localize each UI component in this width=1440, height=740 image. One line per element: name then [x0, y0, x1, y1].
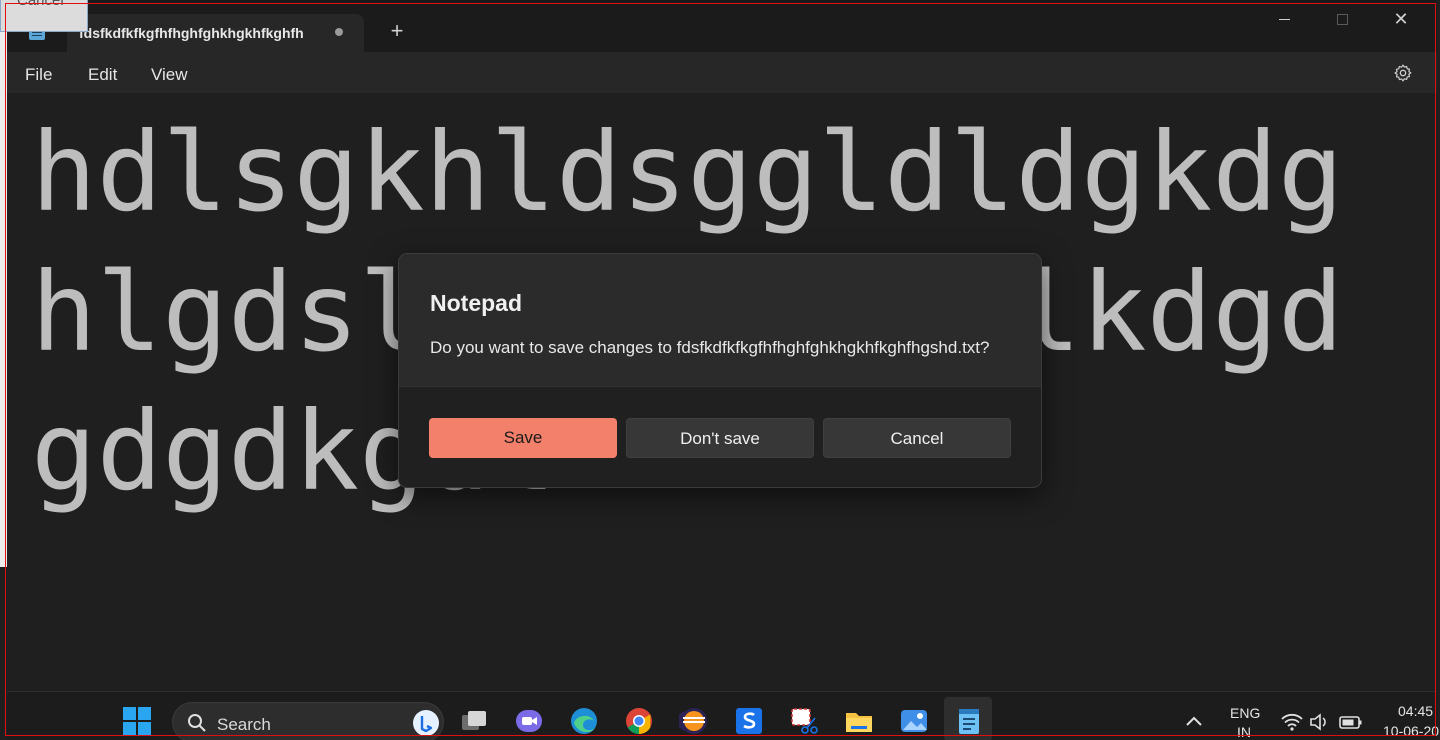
language-indicator[interactable]: ENG [1230, 705, 1260, 721]
tab-title: fdsfkdfkfkgfhfhghfghkhgkhfkghfh [79, 25, 304, 41]
desktop-screen: Cancel fdsfkdfkfkgfhfhghfghkhgkhfkghfh +… [0, 0, 1440, 740]
s-app-icon[interactable] [734, 706, 764, 736]
close-button[interactable]: ✕ [1381, 8, 1421, 30]
settings-gear-icon[interactable] [1393, 63, 1413, 83]
title-bar: fdsfkdfkfkgfhfhghfghkhgkhfkghfh + ✕ [7, 0, 1437, 52]
dont-save-button[interactable]: Don't save [626, 418, 814, 458]
taskbar: Search ENG IN 04:45 10-06-20 [7, 691, 1439, 740]
battery-icon[interactable] [1339, 712, 1363, 732]
dialog-message: Do you want to save changes to fdsfkdfkf… [430, 338, 990, 357]
background-window-edge [0, 32, 7, 567]
save-button[interactable]: Save [429, 418, 617, 458]
task-view-icon[interactable] [459, 706, 489, 736]
tab-active[interactable]: fdsfkdfkfkgfhfhghfghkhgkhfkghfh [67, 14, 364, 52]
clock-time[interactable]: 04:45 [1398, 703, 1433, 719]
background-cancel-label: Cancel [17, 0, 64, 9]
new-tab-button[interactable]: + [385, 20, 409, 44]
volume-icon[interactable] [1309, 712, 1331, 732]
start-icon[interactable] [123, 707, 153, 737]
cancel-button[interactable]: Cancel [823, 418, 1011, 458]
snipping-tool-icon[interactable] [789, 706, 819, 736]
region-indicator[interactable]: IN [1237, 724, 1251, 740]
search-icon [188, 714, 206, 732]
bing-icon[interactable] [413, 710, 439, 736]
background-cancel-button[interactable]: Cancel [0, 0, 88, 32]
clock-date[interactable]: 10-06-20 [1383, 723, 1439, 739]
chrome-icon[interactable] [624, 706, 654, 736]
menu-edit[interactable]: Edit [88, 65, 117, 85]
maximize-button[interactable] [1323, 8, 1363, 30]
edge-icon[interactable] [569, 706, 599, 736]
menu-file[interactable]: File [25, 65, 52, 85]
chevron-up-icon[interactable] [1183, 710, 1205, 732]
search-label: Search [217, 715, 271, 734]
save-changes-dialog: Notepad Do you want to save changes to f… [398, 253, 1042, 488]
teams-icon[interactable] [514, 706, 544, 736]
dialog-button-bar: Save Don't save Cancel [399, 386, 1041, 487]
dialog-title: Notepad [430, 290, 522, 316]
notepad-icon[interactable] [954, 706, 984, 736]
minimize-icon [1279, 19, 1290, 20]
photos-icon[interactable] [899, 706, 929, 736]
unsaved-indicator-icon[interactable] [335, 28, 343, 36]
minimize-button[interactable] [1265, 8, 1305, 30]
dialog-body: Notepad Do you want to save changes to f… [399, 254, 1041, 386]
menu-bar: File Edit View [7, 52, 1437, 93]
taskbar-search-box[interactable]: Search [172, 702, 444, 740]
eclipse-icon[interactable] [679, 706, 709, 736]
wifi-icon[interactable] [1281, 712, 1303, 732]
maximize-icon [1337, 14, 1348, 25]
menu-view[interactable]: View [151, 65, 188, 85]
file-explorer-icon[interactable] [844, 706, 874, 736]
